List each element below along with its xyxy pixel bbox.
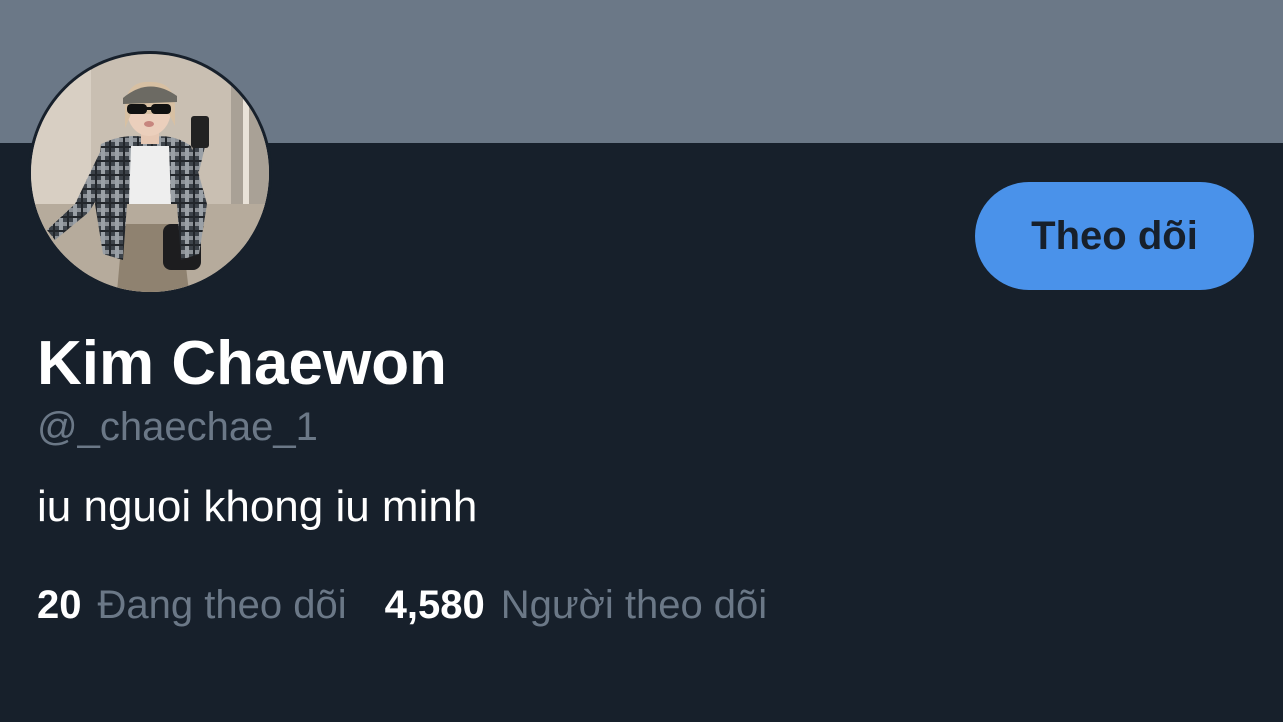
followers-count: 4,580 (384, 583, 485, 627)
profile-stats: 20 Đang theo dõi 4,580 Người theo dõi (37, 580, 767, 630)
avatar[interactable] (28, 51, 272, 295)
avatar-image (31, 54, 269, 292)
follow-button[interactable]: Theo dõi (975, 182, 1254, 290)
user-handle: @_chaechae_1 (37, 405, 318, 449)
followers-stat-link[interactable]: 4,580 Người theo dõi (385, 580, 768, 630)
profile-bio: iu nguoi khong iu minh (37, 482, 478, 531)
display-name: Kim Chaewon (37, 329, 447, 398)
followers-label: Người theo dõi (500, 583, 768, 627)
following-label: Đang theo dõi (97, 583, 347, 627)
following-stat-link[interactable]: 20 Đang theo dõi (37, 580, 347, 630)
following-count: 20 (37, 583, 82, 627)
